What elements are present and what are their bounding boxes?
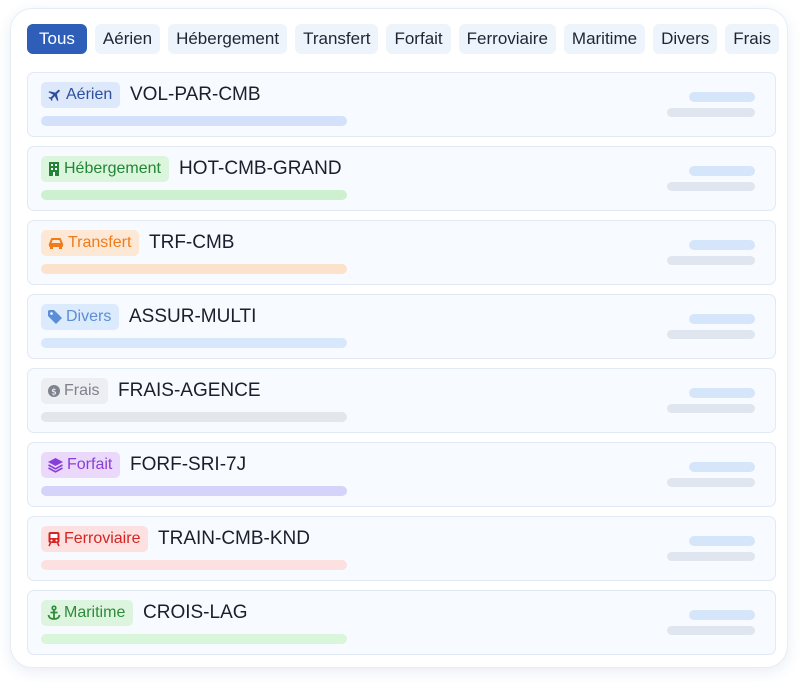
product-code: ASSUR-MULTI [129, 306, 257, 327]
product-row[interactable]: Transfert TRF-CMB [27, 220, 776, 285]
price-placeholder [689, 462, 755, 472]
price-placeholder [689, 166, 755, 176]
category-badge: Aérien [41, 82, 121, 108]
product-code: CROIS-LAG [143, 602, 248, 623]
category-badge: $ Frais [41, 378, 108, 404]
hotel-icon [47, 161, 61, 177]
anchor-icon [47, 605, 61, 621]
category-badge-label: Divers [66, 308, 112, 325]
price-placeholder [689, 240, 755, 250]
plane-icon [47, 87, 63, 103]
meta-placeholder [667, 256, 755, 265]
category-badge-label: Aérien [66, 86, 113, 103]
category-badge: Forfait [41, 452, 121, 478]
category-badge-label: Hébergement [64, 160, 161, 177]
price-placeholder [689, 314, 755, 324]
tab-frais[interactable]: Frais [725, 24, 780, 54]
meta-placeholder [667, 182, 755, 191]
description-placeholder [41, 264, 347, 274]
category-badge: Transfert [41, 230, 140, 256]
product-code: VOL-PAR-CMB [130, 84, 261, 105]
description-placeholder [41, 116, 347, 126]
category-badge-label: Maritime [64, 604, 126, 621]
coin-icon: $ [47, 384, 61, 398]
price-placeholder [689, 610, 755, 620]
meta-placeholder [667, 478, 755, 487]
tag-icon [47, 309, 63, 325]
category-badge-label: Forfait [67, 456, 113, 473]
description-placeholder [41, 412, 347, 422]
description-placeholder [41, 560, 347, 570]
price-placeholder [689, 388, 755, 398]
category-badge: Ferroviaire [41, 526, 149, 552]
description-placeholder [41, 486, 347, 496]
category-badge-label: Transfert [68, 234, 132, 251]
svg-text:$: $ [51, 388, 57, 398]
description-placeholder [41, 634, 347, 644]
tab-transfert[interactable]: Transfert [295, 24, 379, 54]
car-icon [47, 235, 65, 251]
layers-icon [47, 457, 64, 473]
product-row[interactable]: Maritime CROIS-LAG [27, 590, 776, 655]
product-row[interactable]: Aérien VOL-PAR-CMB [27, 72, 776, 137]
category-badge-label: Ferroviaire [64, 530, 141, 547]
product-code: FORF-SRI-7J [130, 454, 247, 475]
tab-aerien[interactable]: Aérien [94, 24, 161, 54]
tab-tous[interactable]: Tous [27, 24, 87, 54]
product-code: TRAIN-CMB-KND [158, 528, 310, 549]
tab-hebergement[interactable]: Hébergement [168, 24, 288, 54]
description-placeholder [41, 338, 347, 348]
category-badge: Divers [41, 304, 120, 330]
description-placeholder [41, 190, 347, 200]
tab-maritime[interactable]: Maritime [563, 24, 646, 54]
product-code: FRAIS-AGENCE [118, 380, 261, 401]
tab-forfait[interactable]: Forfait [386, 24, 451, 54]
product-row[interactable]: Hébergement HOT-CMB-GRAND [27, 146, 776, 211]
meta-placeholder [667, 404, 755, 413]
meta-placeholder [667, 108, 755, 117]
category-badge: Maritime [41, 600, 134, 626]
category-badge-label: Frais [64, 382, 100, 399]
meta-placeholder [667, 330, 755, 339]
meta-placeholder [667, 552, 755, 561]
product-row[interactable]: Ferroviaire TRAIN-CMB-KND [27, 516, 776, 581]
product-code: HOT-CMB-GRAND [179, 158, 342, 179]
meta-placeholder [667, 626, 755, 635]
product-list: Aérien VOL-PAR-CMB Hébergement HOT-CMB-GRAN… [27, 72, 776, 664]
category-badge: Hébergement [41, 156, 169, 182]
tab-ferroviaire[interactable]: Ferroviaire [458, 24, 556, 54]
product-code: TRF-CMB [149, 232, 235, 253]
tab-divers[interactable]: Divers [653, 24, 718, 54]
product-row[interactable]: $ Frais FRAIS-AGENCE [27, 368, 776, 433]
category-filter-tabs: Tous Aérien Hébergement Transfert Forfai… [27, 24, 780, 54]
product-row[interactable]: Divers ASSUR-MULTI [27, 294, 776, 359]
price-placeholder [689, 536, 755, 546]
product-row[interactable]: Forfait FORF-SRI-7J [27, 442, 776, 507]
price-placeholder [689, 92, 755, 102]
train-icon [47, 531, 61, 547]
